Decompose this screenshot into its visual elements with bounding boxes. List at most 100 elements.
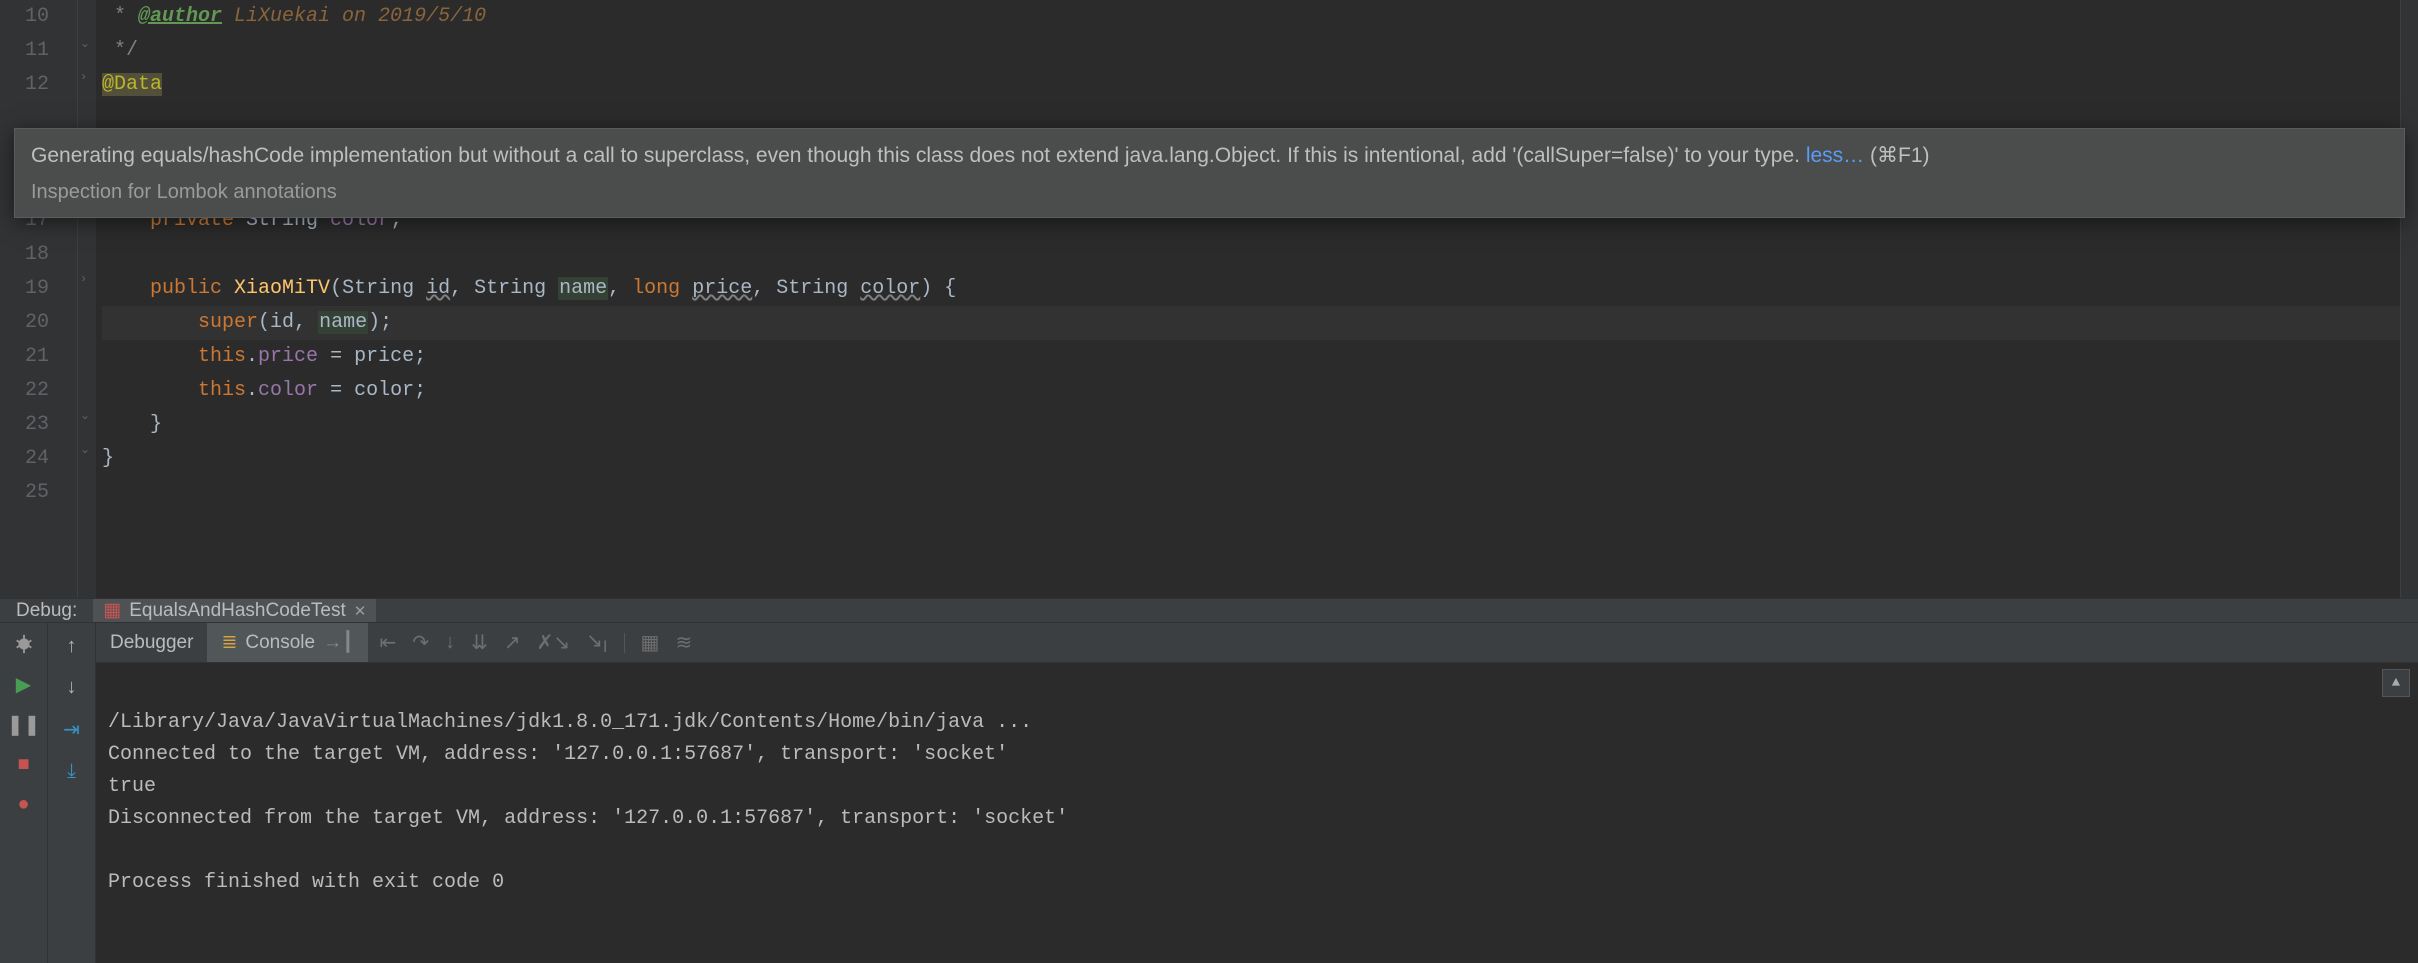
pin-icon[interactable]: →┃ [323,631,353,654]
doc-tag: @author [138,5,222,28]
punct: ); [368,311,392,334]
tab-label: Debugger [110,632,193,654]
console-line: Disconnected from the target VM, address… [108,807,1068,830]
run-config-tab[interactable]: ▦ EqualsAndHashCodeTest ✕ [93,599,376,622]
gutter: 10 11 12 17 18 19 20 21 22 23 24 25 [0,0,78,598]
trace-icon[interactable]: ≋ [675,630,692,655]
console-panel: Debugger ≣ Console →┃ ⇤ ↷ ↓ ⇊ ↗ ✗↘ ↘I ▦ [96,623,2418,963]
line-number: 21 [0,340,77,374]
view-breakpoints-icon[interactable]: ● [13,793,35,815]
param: name [318,311,368,334]
code-text: */ [102,39,138,62]
line-number: 20 [0,306,77,340]
fold-open-icon[interactable]: › [80,70,87,84]
step-over-icon[interactable]: ↷ [412,630,429,655]
fold-close-icon[interactable]: ⌄ [80,36,90,51]
punct: (String [330,277,426,300]
annotation-data: @Data [102,73,162,96]
doc-text: LiXuekai on 2019/5/10 [222,5,486,28]
down-icon[interactable]: ↓ [67,676,77,699]
show-execution-point-icon[interactable]: ⇤ [380,630,397,655]
code-area[interactable]: * @author LiXuekai on 2019/5/10 */ @Data… [96,0,2400,598]
param: color [860,277,920,300]
punct: , String [752,277,860,300]
tooltip-less-link[interactable]: less… [1806,144,1864,167]
debug-tool-window: Debug: ▦ EqualsAndHashCodeTest ✕ ▶ ❚❚ ■ … [0,598,2418,906]
line-number: 11 [0,34,77,68]
keyword: this [198,345,246,368]
punct: , [608,277,632,300]
line-number: 18 [0,238,77,272]
run-toolbar: ▶ ❚❚ ■ ● [0,623,48,963]
punct: ( [258,311,270,334]
punct: . [246,379,258,402]
fold-open-icon[interactable]: › [80,272,87,286]
fold-column: ⌄ › › ⌄ ⌄ [78,0,96,598]
code-text: * [102,5,138,28]
console-toolbar: ↑ ↓ ⇥ ⤓ [48,623,96,963]
console-line: true [108,775,156,798]
constructor-name: XiaoMiTV [222,277,330,300]
tab-label: Console [245,632,315,654]
force-step-into-icon[interactable]: ⇊ [471,630,488,655]
scroll-to-end-icon[interactable]: ⤓ [67,760,76,783]
console-icon: ≣ [221,631,237,654]
stop-icon[interactable]: ■ [13,753,35,775]
junit-icon: ▦ [103,599,121,622]
step-into-icon[interactable]: ↓ [445,631,455,654]
keyword: long [632,277,680,300]
line-number: 23 [0,408,77,442]
pause-icon[interactable]: ❚❚ [13,713,35,735]
brace: } [102,447,114,470]
step-toolbar: ⇤ ↷ ↓ ⇊ ↗ ✗↘ ↘I ▦ ≋ [368,623,693,662]
field: price [258,345,318,368]
brace: } [150,413,162,436]
debug-label: Debug: [16,600,77,622]
param: price [692,277,752,300]
code-text: = price; [318,345,426,368]
line-number: 19 [0,272,77,306]
line-number: 12 [0,68,77,102]
param: id [426,277,450,300]
rerun-icon[interactable]: ▶ [13,673,35,695]
line-number: 25 [0,476,77,510]
punct [680,277,692,300]
punct: ) { [920,277,956,300]
field: color [258,379,318,402]
punct: , [294,311,318,334]
param: name [558,277,608,300]
tab-console[interactable]: ≣ Console →┃ [207,623,367,662]
tooltip-message: Generating equals/hashCode implementatio… [31,144,1806,167]
fold-close-icon[interactable]: ⌄ [80,408,90,423]
keyword: public [150,277,222,300]
console-output[interactable]: /Library/Java/JavaVirtualMachines/jdk1.8… [96,663,2418,963]
debug-body: ▶ ❚❚ ■ ● ↑ ↓ ⇥ ⤓ Debugger ≣ Console →┃ [0,623,2418,963]
error-stripe[interactable] [2400,0,2418,598]
up-icon[interactable]: ↑ [67,635,77,658]
tab-debugger[interactable]: Debugger [96,623,207,662]
line-number: 24 [0,442,77,476]
debug-tabs: Debugger ≣ Console →┃ ⇤ ↷ ↓ ⇊ ↗ ✗↘ ↘I ▦ [96,623,2418,663]
code-text: = color; [318,379,426,402]
line-number: 10 [0,0,77,34]
evaluate-expression-icon[interactable]: ▦ [641,630,660,655]
param: id [270,311,294,334]
inspection-tooltip: Generating equals/hashCode implementatio… [14,128,2405,218]
debug-icon[interactable] [13,633,35,655]
tooltip-inspection-name: Inspection for Lombok annotations [31,177,2388,207]
soft-wrap-icon[interactable]: ⇥ [63,717,80,742]
close-icon[interactable]: ✕ [354,602,367,620]
fold-close-icon[interactable]: ⌄ [80,442,90,457]
drop-frame-icon[interactable]: ✗↘ [537,630,571,655]
keyword: this [198,379,246,402]
step-out-icon[interactable]: ↗ [504,630,521,655]
debug-header: Debug: ▦ EqualsAndHashCodeTest ✕ [0,599,2418,623]
line-number: 22 [0,374,77,408]
editor-area: 10 11 12 17 18 19 20 21 22 23 24 25 ⌄ › … [0,0,2418,598]
punct: . [246,345,258,368]
run-to-cursor-icon[interactable]: ↘I [586,628,607,657]
console-line: Connected to the target VM, address: '12… [108,743,1008,766]
scroll-up-button[interactable]: ▲ [2382,669,2410,697]
console-line: /Library/Java/JavaVirtualMachines/jdk1.8… [108,711,1032,734]
punct: , String [450,277,558,300]
